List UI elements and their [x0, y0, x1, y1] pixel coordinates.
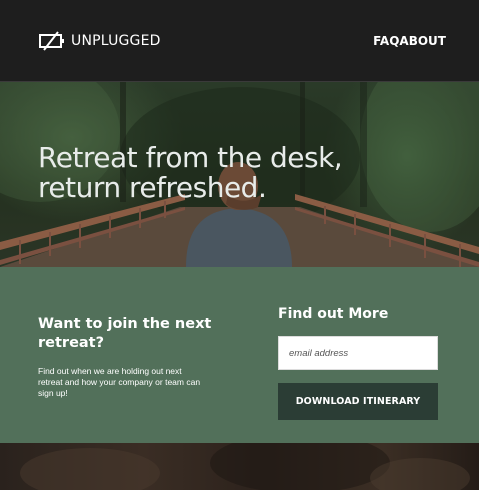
signup-heading: Want to join the next retreat?: [38, 316, 212, 351]
footer-image: [0, 443, 479, 490]
hero-title-line-1: Retreat from the desk,: [38, 141, 343, 174]
footer-photo: [20, 443, 470, 490]
hero-title-line-2: return refreshed.: [38, 171, 267, 204]
main-nav: FAQ ABOUT: [373, 33, 446, 49]
signup-section: Want to join the next retreat? Find out …: [0, 267, 479, 443]
signup-description: Find out when we are holding out next re…: [38, 366, 201, 398]
nav-link-about[interactable]: ABOUT: [399, 33, 446, 49]
logo-text: UNPLUGGED: [71, 33, 161, 49]
signup-form: Find out More DOWNLOAD ITINERARY: [278, 305, 438, 420]
nav-link-faq[interactable]: FAQ: [373, 33, 399, 49]
email-input[interactable]: [278, 336, 438, 370]
unplugged-battery-icon: [38, 31, 66, 51]
hero-title: Retreat from the desk, return refreshed.: [38, 143, 458, 203]
logo[interactable]: UNPLUGGED: [38, 31, 161, 51]
form-title: Find out More: [278, 306, 389, 322]
site-header: UNPLUGGED FAQ ABOUT: [0, 0, 479, 82]
signup-intro: Want to join the next retreat? Find out …: [38, 315, 238, 399]
hero-banner: Retreat from the desk, return refreshed.: [0, 82, 479, 267]
download-itinerary-button[interactable]: DOWNLOAD ITINERARY: [278, 383, 438, 420]
